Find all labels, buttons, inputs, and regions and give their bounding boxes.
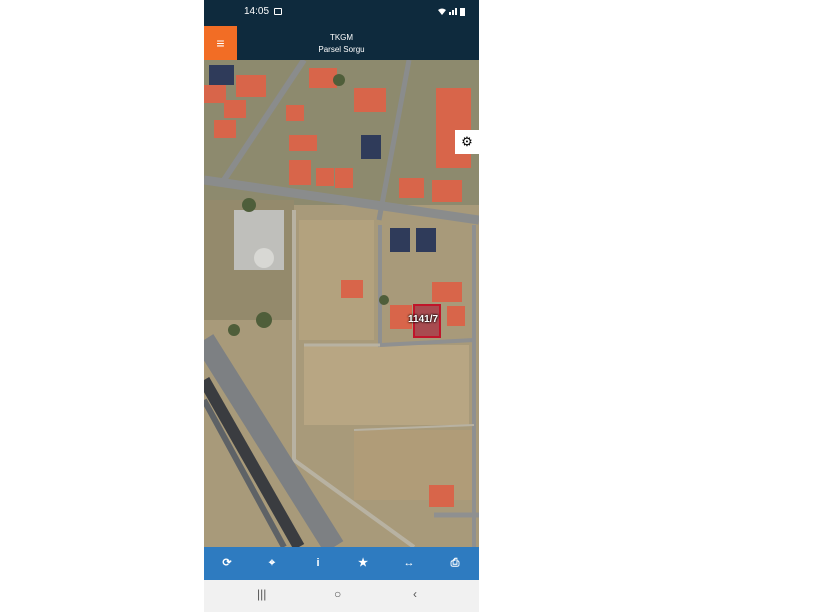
refresh-icon: ⟳ bbox=[222, 557, 232, 569]
phone-screen: 14:05 ≡ TKGM Parsel Sorgu ⚙ 1141/7 ⟳ ⌖ i… bbox=[204, 0, 479, 612]
status-icons bbox=[437, 7, 467, 18]
home-button[interactable]: ○ bbox=[334, 587, 341, 601]
bottom-toolbar: ⟳ ⌖ i ★ ↔ ⎙ bbox=[204, 547, 479, 580]
favorite-button[interactable]: ★ bbox=[348, 547, 378, 580]
status-bar: 14:05 bbox=[204, 0, 479, 26]
gear-icon: ⚙ bbox=[461, 134, 473, 149]
locate-button[interactable]: ⌖ bbox=[257, 547, 287, 580]
app-header: ≡ TKGM Parsel Sorgu bbox=[204, 26, 479, 60]
print-icon: ⎙ bbox=[450, 557, 460, 569]
app-subtitle: Parsel Sorgu bbox=[318, 45, 365, 54]
gallery-icon bbox=[274, 8, 282, 15]
recents-button[interactable]: ||| bbox=[257, 587, 266, 601]
crosshair-icon: ⌖ bbox=[268, 557, 276, 569]
info-icon: i bbox=[316, 557, 320, 569]
print-button[interactable]: ⎙ bbox=[440, 547, 470, 580]
menu-button[interactable]: ≡ bbox=[204, 26, 237, 60]
status-time: 14:05 bbox=[244, 6, 270, 17]
info-button[interactable]: i bbox=[303, 547, 333, 580]
settings-button[interactable]: ⚙ bbox=[455, 130, 479, 154]
app-title: TKGM bbox=[329, 33, 354, 42]
back-button[interactable]: ‹ bbox=[413, 587, 417, 601]
measure-button[interactable]: ↔ bbox=[394, 547, 424, 580]
android-nav-bar: ||| ○ ‹ bbox=[204, 580, 479, 612]
star-icon: ★ bbox=[358, 557, 368, 569]
satellite-map[interactable]: ⚙ 1141/7 bbox=[204, 60, 479, 547]
parcel-number-label: 1141/7 bbox=[408, 314, 439, 325]
wifi-signal-battery-icon bbox=[438, 8, 465, 16]
map-imagery bbox=[204, 60, 479, 547]
measure-icon: ↔ bbox=[403, 557, 415, 569]
refresh-button[interactable]: ⟳ bbox=[212, 547, 242, 580]
